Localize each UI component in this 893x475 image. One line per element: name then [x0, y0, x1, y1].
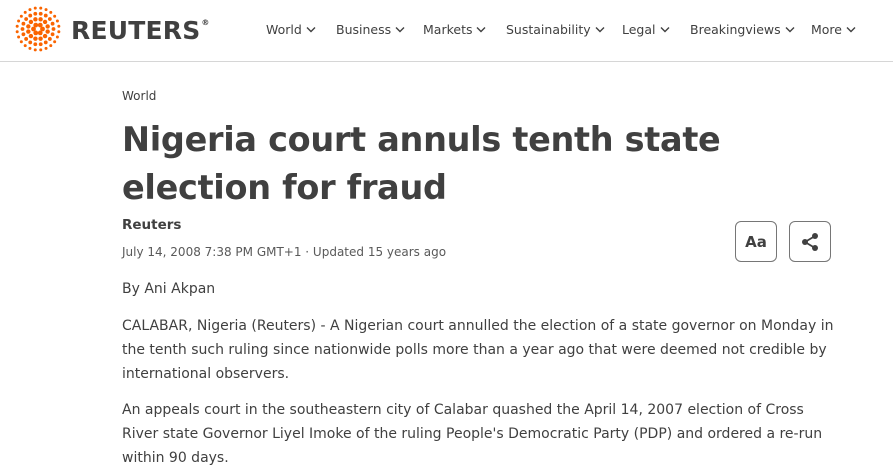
- chevron-down-icon: [476, 27, 486, 33]
- logo-dot: [33, 11, 38, 16]
- share-icon: [802, 232, 818, 251]
- nav-item-more[interactable]: More: [811, 22, 856, 37]
- logo-dot: [50, 32, 55, 37]
- logo-dot: [28, 33, 34, 39]
- article-paragraph: An appeals court in the southeastern cit…: [122, 402, 823, 466]
- logo-dot: [57, 24, 61, 28]
- logo-dot: [28, 40, 33, 45]
- logo-dot: [51, 27, 56, 31]
- logo-dot: [37, 22, 43, 28]
- logo-dot: [33, 17, 38, 22]
- logo-dot: [37, 30, 43, 36]
- logo-dot: [50, 21, 55, 26]
- nav-item-business[interactable]: Business: [336, 22, 405, 37]
- logo-dot: [28, 19, 34, 25]
- nav-label: Business: [336, 22, 392, 37]
- logo-dot: [33, 42, 38, 47]
- chevron-down-icon: [595, 27, 605, 33]
- chevron-down-icon: [395, 27, 405, 33]
- dateline: July 14, 2008 7:38 PM GMT+1 · Updated 15…: [122, 245, 447, 259]
- nav-item-legal[interactable]: Legal: [622, 22, 670, 37]
- section-link[interactable]: World: [122, 89, 156, 103]
- logo-dot: [23, 10, 27, 14]
- logo-dot: [42, 33, 48, 39]
- logo-dot: [19, 40, 23, 44]
- logo-dot: [49, 44, 53, 48]
- nav-item-breakingviews[interactable]: Breakingviews: [690, 22, 795, 37]
- logo-dot: [43, 40, 48, 45]
- reuters-logo[interactable]: REUTERS®: [14, 5, 210, 53]
- logo-dot: [55, 19, 59, 23]
- logo-dot: [57, 30, 61, 34]
- text-size-button[interactable]: Aa: [735, 221, 777, 262]
- registered-mark: ®: [201, 17, 210, 27]
- reuters-logo-icon: [15, 6, 61, 52]
- share-button[interactable]: [789, 221, 831, 262]
- logo-dot: [53, 14, 57, 18]
- logo-dot: [38, 17, 43, 22]
- logo-dot: [20, 27, 25, 31]
- nav-item-markets[interactable]: Markets: [423, 22, 486, 37]
- logo-dot: [45, 24, 50, 29]
- chevron-down-icon: [846, 27, 856, 33]
- nav-label: More: [811, 22, 842, 37]
- logo-dot: [49, 10, 53, 14]
- article-paragraph: CALABAR, Nigeria (Reuters) - A Nigerian …: [122, 318, 834, 382]
- nav-label: Legal: [622, 22, 656, 37]
- nav-label: World: [266, 22, 302, 37]
- logo-dot: [15, 30, 19, 34]
- logo-dot: [17, 35, 21, 39]
- headline: Nigeria court annuls tenth state electio…: [122, 120, 721, 207]
- nav-item-world[interactable]: World: [266, 22, 316, 37]
- author-link[interactable]: Reuters: [122, 217, 181, 233]
- logo-dot: [44, 46, 48, 50]
- logo-dot: [28, 13, 33, 18]
- logo-dot: [33, 6, 37, 10]
- logo-dot: [55, 35, 59, 39]
- byline: By Ani Akpan: [122, 281, 216, 297]
- logo-dot: [43, 13, 48, 18]
- logo-dot: [26, 29, 31, 34]
- logo-dot: [21, 21, 26, 26]
- brand-name: REUTERS®: [71, 15, 210, 45]
- nav-label: Sustainability: [506, 22, 591, 37]
- chevron-down-icon: [306, 27, 316, 33]
- logo-dot: [53, 40, 57, 44]
- logo-dot: [24, 17, 29, 21]
- logo-dot: [21, 32, 26, 37]
- chevron-down-icon: [660, 27, 670, 33]
- logo-dot: [26, 24, 31, 29]
- nav-label: Breakingviews: [690, 22, 781, 37]
- nav-item-sustainability[interactable]: Sustainability: [506, 22, 605, 37]
- site-header: REUTERS® World Business Markets Sustaina…: [0, 0, 893, 62]
- logo-dot: [45, 29, 50, 34]
- logo-dot: [15, 24, 19, 28]
- logo-dot: [38, 36, 43, 41]
- logo-dot: [19, 14, 23, 18]
- logo-dot: [39, 6, 43, 10]
- logo-dot: [38, 42, 43, 47]
- logo-dot: [33, 48, 37, 52]
- logo-dot: [28, 8, 32, 12]
- logo-dot: [17, 19, 21, 23]
- logo-dot: [44, 8, 48, 12]
- logo-dot: [39, 48, 43, 52]
- logo-dot: [42, 19, 48, 25]
- logo-dot: [33, 22, 39, 28]
- logo-dot: [38, 11, 43, 16]
- logo-dot: [24, 37, 29, 41]
- nav-label: Markets: [423, 22, 473, 37]
- logo-dot: [33, 36, 38, 41]
- logo-dot: [23, 44, 27, 48]
- logo-dot: [28, 46, 32, 50]
- logo-dot: [47, 17, 52, 21]
- chevron-down-icon: [785, 27, 795, 33]
- logo-dot: [47, 37, 52, 41]
